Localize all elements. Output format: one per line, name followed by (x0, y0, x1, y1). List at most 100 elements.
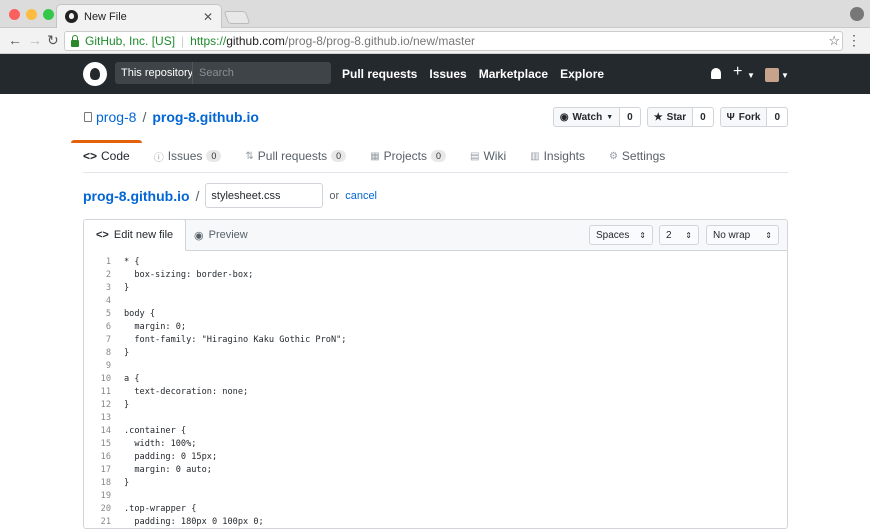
edit-tab-label: Edit new file (113, 229, 174, 241)
nav-issues[interactable]: Issues (429, 67, 466, 81)
cancel-link[interactable]: cancel (345, 190, 377, 202)
code-line[interactable]: 15 width: 100%; (84, 437, 787, 450)
chevron-down-icon: ▼ (606, 113, 614, 121)
user-avatar[interactable] (765, 68, 779, 82)
close-tab-icon[interactable]: ✕ (203, 10, 213, 24)
nav-pull-requests[interactable]: Pull requests (342, 67, 417, 81)
indent-size-select[interactable]: 2 ⇕ (659, 225, 699, 245)
wrap-mode-select[interactable]: No wrap ⇕ (706, 225, 779, 245)
search-input[interactable]: Search (192, 62, 331, 84)
code-line[interactable]: 1 * { (84, 255, 787, 268)
tabs-divider (83, 172, 788, 173)
forward-arrow-icon[interactable]: → (28, 32, 42, 48)
code-line[interactable]: 12} (84, 398, 787, 411)
url-field[interactable]: GitHub, Inc. [US] | https:// github.com … (64, 31, 843, 51)
code-line[interactable]: 6 margin: 0; (84, 320, 787, 333)
code-line[interactable]: 11 text-decoration: none; (84, 385, 787, 398)
repo-owner-link[interactable]: prog-8 (96, 109, 136, 125)
code-line[interactable]: 5 body { (84, 307, 787, 320)
eye-icon: ◉ (559, 111, 569, 123)
code-line[interactable]: 4 (84, 294, 787, 307)
star-count[interactable]: 0 (693, 107, 714, 127)
nav-explore[interactable]: Explore (560, 67, 604, 81)
code-line[interactable]: 19 (84, 489, 787, 502)
code-line[interactable]: 10 a { (84, 372, 787, 385)
file-path-breadcrumb: prog-8.github.io / or cancel (83, 183, 377, 208)
tab-wiki[interactable]: ▤ Wiki (470, 140, 506, 172)
reload-icon[interactable]: ↻ (47, 32, 59, 49)
profile-icon[interactable] (850, 7, 864, 21)
code-line[interactable]: 8} (84, 346, 787, 359)
tab-projects[interactable]: ▦ Projects 0 (370, 140, 447, 172)
tab-issues[interactable]: ⓘ Issues 0 (154, 140, 222, 172)
create-new-plus-icon[interactable]: + (733, 63, 742, 81)
tab-label: Insights (543, 149, 585, 163)
star-group: ★ Star 0 (646, 107, 714, 127)
line-content: } (124, 477, 130, 488)
back-arrow-icon[interactable]: ← (8, 32, 22, 48)
watch-group: ◉ Watch ▼ 0 (552, 107, 641, 127)
tab-edit-new-file[interactable]: <> Edit new file (84, 220, 187, 251)
zoom-window-button[interactable] (43, 9, 54, 20)
code-line[interactable]: 2 box-sizing: border-box; (84, 268, 787, 281)
indent-mode-select[interactable]: Spaces ⇕ (589, 225, 653, 245)
project-icon: ▦ (370, 150, 380, 162)
fork-count[interactable]: 0 (767, 107, 788, 127)
code-line[interactable]: 7 font-family: "Hiragino Kaku Gothic Pro… (84, 333, 787, 346)
star-label: Star (666, 111, 687, 123)
tab-code[interactable]: <> Code (71, 140, 142, 172)
tab-preview[interactable]: ◉ Preview (182, 220, 260, 251)
notifications-bell-icon[interactable] (711, 68, 721, 79)
tab-pull-requests[interactable]: ⇅ Pull requests 0 (245, 140, 347, 172)
code-area[interactable]: 1 * {2 box-sizing: border-box; 3} 4 5 body {6… (84, 251, 787, 528)
minimize-window-button[interactable] (26, 9, 37, 20)
new-tab-button[interactable] (223, 11, 251, 24)
line-number: 7 (105, 334, 111, 345)
chevron-down-icon[interactable]: ▼ (781, 71, 789, 80)
chevron-down-icon[interactable]: ▼ (747, 71, 755, 80)
code-line[interactable]: 21 padding: 180px 0 100px 0; (84, 515, 787, 528)
watch-count[interactable]: 0 (620, 107, 641, 127)
code-line[interactable]: 13 (84, 411, 787, 424)
tab-insights[interactable]: ▥ Insights (530, 140, 585, 172)
code-line[interactable]: 20 .top-wrapper { (84, 502, 787, 515)
bookmark-star-icon[interactable]: ☆ (828, 33, 840, 49)
pull-request-icon: ⇅ (245, 150, 254, 162)
nav-marketplace[interactable]: Marketplace (479, 67, 548, 81)
line-content: } (124, 282, 130, 293)
repo-book-icon (84, 112, 92, 122)
browser-tab[interactable]: New File ✕ (56, 4, 222, 28)
file-editor: <> Edit new file ◉ Preview Spaces ⇕ 2 ⇕ … (83, 219, 788, 529)
lock-icon (71, 34, 79, 47)
code-line[interactable]: 17 margin: 0 auto; (84, 463, 787, 476)
code-line[interactable]: 18} (84, 476, 787, 489)
search-scope-label: This repository (115, 62, 200, 84)
fork-button[interactable]: Ψ Fork (719, 107, 768, 127)
line-number: 20 (100, 503, 111, 514)
breadcrumb-repo-link[interactable]: prog-8.github.io (83, 188, 190, 204)
tab-settings[interactable]: ⚙ Settings (609, 140, 665, 172)
watch-button[interactable]: ◉ Watch ▼ (552, 107, 621, 127)
fork-group: Ψ Fork 0 (719, 107, 788, 127)
issue-icon: ⓘ (153, 152, 164, 164)
browser-menu-icon[interactable]: ⋮ (847, 32, 861, 49)
star-button[interactable]: ★ Star (646, 107, 694, 127)
line-number: 21 (100, 516, 111, 527)
line-content: width: 100%; (124, 438, 197, 449)
line-content: .container { (124, 425, 187, 436)
repo-name-link[interactable]: prog-8.github.io (152, 109, 259, 125)
line-number: 10 (100, 373, 111, 384)
line-content: text-decoration: none; (124, 386, 249, 397)
code-line[interactable]: 16 padding: 0 15px; (84, 450, 787, 463)
tab-label: Code (101, 149, 130, 163)
close-window-button[interactable] (9, 9, 20, 20)
line-number: 11 (100, 386, 111, 397)
code-line[interactable]: 3} (84, 281, 787, 294)
url-separator: | (181, 34, 185, 48)
code-icon: <> (83, 149, 98, 163)
github-logo-icon[interactable] (83, 62, 107, 86)
code-line[interactable]: 14 .container { (84, 424, 787, 437)
code-line[interactable]: 9 (84, 359, 787, 372)
line-content: body { (124, 308, 156, 319)
filename-input[interactable] (205, 183, 324, 208)
